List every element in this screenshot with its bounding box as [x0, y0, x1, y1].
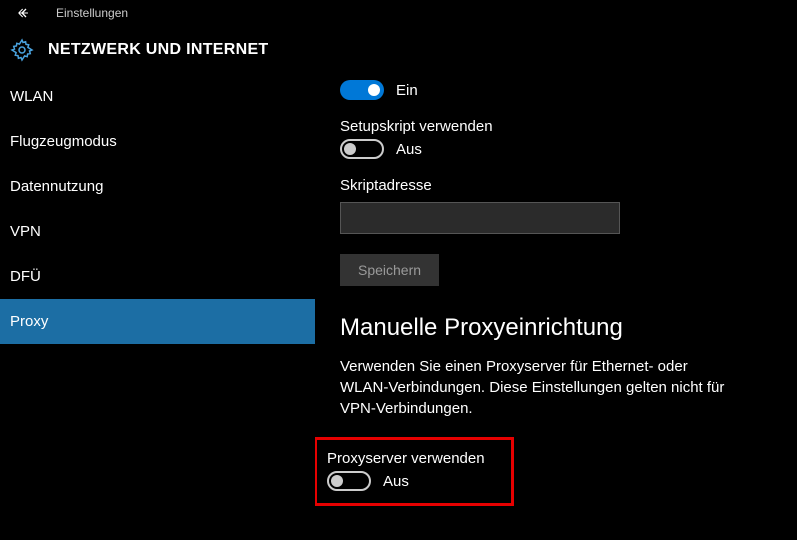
setup-script-toggle-row: Aus — [340, 139, 797, 159]
save-button[interactable]: Speichern — [340, 254, 439, 286]
auto-detect-toggle-row: Ein — [340, 80, 797, 100]
sidebar-item-label: WLAN — [10, 88, 53, 105]
toggle-knob — [368, 84, 380, 96]
use-proxy-toggle[interactable] — [327, 471, 371, 491]
toggle-state-label: Ein — [396, 82, 418, 99]
toggle-knob — [344, 143, 356, 155]
main-layout: WLAN Flugzeugmodus Datennutzung VPN DFÜ … — [0, 74, 797, 538]
sidebar-item-proxy[interactable]: Proxy — [0, 299, 315, 344]
manual-proxy-description: Verwenden Sie einen Proxyserver für Ethe… — [340, 356, 740, 419]
page-title: NETZWERK UND INTERNET — [48, 41, 269, 59]
manual-proxy-heading: Manuelle Proxyeinrichtung — [340, 314, 797, 342]
script-address-label: Skriptadresse — [340, 177, 797, 194]
toggle-state-label: Aus — [383, 473, 409, 490]
sidebar-item-dfu[interactable]: DFÜ — [0, 254, 315, 299]
toggle-knob — [331, 475, 343, 487]
content-pane: Ein Setupskript verwenden Aus Skriptadre… — [315, 74, 797, 538]
auto-detect-toggle[interactable] — [340, 80, 384, 100]
sidebar-item-label: Proxy — [10, 313, 48, 330]
sidebar-item-label: Flugzeugmodus — [10, 133, 117, 150]
sidebar-item-wlan[interactable]: WLAN — [0, 74, 315, 119]
sidebar-item-flugzeugmodus[interactable]: Flugzeugmodus — [0, 119, 315, 164]
sidebar: WLAN Flugzeugmodus Datennutzung VPN DFÜ … — [0, 74, 315, 538]
gear-icon — [10, 38, 34, 62]
arrow-left-icon — [16, 5, 32, 21]
sidebar-item-label: DFÜ — [10, 268, 41, 285]
script-address-input[interactable] — [340, 202, 620, 234]
window-title: Einstellungen — [56, 6, 128, 20]
sidebar-item-label: Datennutzung — [10, 178, 103, 195]
toggle-state-label: Aus — [396, 141, 422, 158]
use-proxy-toggle-row: Aus — [327, 471, 501, 491]
setup-script-toggle[interactable] — [340, 139, 384, 159]
setup-script-label: Setupskript verwenden — [340, 118, 797, 135]
use-proxy-label: Proxyserver verwenden — [327, 450, 501, 467]
page-header: NETZWERK UND INTERNET — [0, 26, 797, 74]
sidebar-item-datennutzung[interactable]: Datennutzung — [0, 164, 315, 209]
sidebar-item-vpn[interactable]: VPN — [0, 209, 315, 254]
back-button[interactable] — [10, 0, 38, 26]
highlight-annotation: Proxyserver verwenden Aus — [315, 437, 514, 506]
titlebar: Einstellungen — [0, 0, 797, 26]
sidebar-item-label: VPN — [10, 223, 41, 240]
